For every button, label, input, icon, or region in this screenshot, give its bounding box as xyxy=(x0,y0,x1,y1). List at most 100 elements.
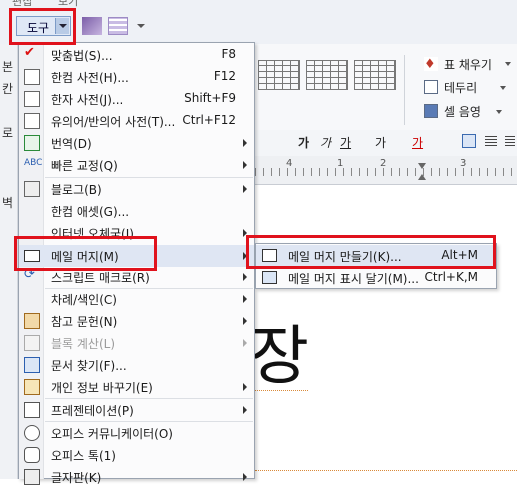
ruler-number: 4 xyxy=(286,158,293,169)
submenu-arrow-icon xyxy=(243,161,247,169)
menu-item-find-document[interactable]: 문서 찾기(F)... xyxy=(19,354,254,376)
draw-pen-icon[interactable] xyxy=(82,17,102,35)
submenu-arrow-icon xyxy=(243,139,247,147)
block-calc-icon xyxy=(24,335,40,351)
presentation-icon xyxy=(24,402,40,418)
menu-item-blog[interactable]: 블로그(B) xyxy=(19,178,254,200)
left-panel-text: 로 xyxy=(2,126,14,140)
fill-button[interactable]: 표 채우기 xyxy=(444,56,492,73)
highlight-create-mail-merge xyxy=(246,235,496,269)
cell-color-icon xyxy=(424,104,438,118)
document-text: 장 xyxy=(250,320,309,394)
text-guide-line xyxy=(255,470,517,471)
ruler-number: 3 xyxy=(460,158,467,169)
menu-item-label: 맞춤법(S)... xyxy=(51,49,113,63)
find-document-icon xyxy=(24,357,40,373)
border-dropdown-icon[interactable] xyxy=(500,86,506,90)
submenu-arrow-icon xyxy=(243,185,247,193)
menu-item-quick-correct[interactable]: ABC 빠른 교정(Q) xyxy=(19,154,254,176)
keyboard-layout-icon xyxy=(24,469,40,485)
left-panel-text: 칸 xyxy=(2,82,14,96)
table-style-thumb-3[interactable] xyxy=(354,60,396,90)
menu-item-label: 한컴 애셋(G)... xyxy=(51,205,130,219)
menu-item-shortcut: Ctrl+F12 xyxy=(182,113,236,127)
fill-icon: ♦ xyxy=(424,57,438,72)
office-communicator-icon xyxy=(24,425,40,441)
font-color-button[interactable]: 가 xyxy=(412,134,423,151)
highlight-tools-button xyxy=(9,8,76,45)
personal-info-icon xyxy=(24,379,40,395)
menu-item-keyboard-layout[interactable]: 글자판(K) xyxy=(19,466,254,488)
menu-item-dictionary[interactable]: 한컴 사전(H)... F12 xyxy=(19,66,254,88)
table-style-thumb-1[interactable] xyxy=(258,60,300,90)
submenu-item-mark-mail-merge[interactable]: 메일 머지 표시 달기(M)... Ctrl+K,M xyxy=(256,267,496,289)
menu-view[interactable]: 보기 xyxy=(58,0,78,8)
menu-item-thesaurus[interactable]: 유의어/반의어 사전(T)... Ctrl+F12 xyxy=(19,110,254,132)
ruler-number: 1 xyxy=(337,158,344,169)
strikethrough-button[interactable]: 가 xyxy=(375,134,386,151)
menu-item-shortcut: Shift+F9 xyxy=(184,91,236,105)
dictionary-icon xyxy=(24,69,40,85)
menu-bar: 편집 보기 xyxy=(0,0,517,8)
menu-item-office-communicator[interactable]: 오피스 커뮤니케이터(O) xyxy=(19,422,254,444)
menu-item-shortcut: F12 xyxy=(213,69,236,83)
menu-item-personal-info[interactable]: 개인 정보 바꾸기(E) xyxy=(19,376,254,398)
submenu-arrow-icon xyxy=(243,383,247,391)
submenu-arrow-icon xyxy=(243,406,247,414)
left-panel-text: 본 xyxy=(2,60,14,74)
bold-button[interactable]: 가 xyxy=(298,134,309,151)
translate-icon xyxy=(24,135,40,151)
underline-button[interactable]: 가 xyxy=(340,134,351,151)
submenu-arrow-icon xyxy=(243,473,247,481)
submenu-arrow-icon xyxy=(243,273,247,281)
menu-edit[interactable]: 편집 xyxy=(12,0,32,8)
toolbar xyxy=(0,8,517,44)
italic-button[interactable]: 가 xyxy=(320,134,331,151)
submenu-item-shortcut: Ctrl+K,M xyxy=(424,270,478,284)
menu-item-translate[interactable]: 번역(D) xyxy=(19,132,254,154)
left-panel-text: 벽 xyxy=(2,196,14,210)
menu-item-label: 한컴 사전(H)... xyxy=(51,71,129,85)
highlight-mail-merge-item xyxy=(14,236,157,271)
table-grid-icon[interactable] xyxy=(108,17,128,35)
ruler-number: 2 xyxy=(380,158,387,169)
text-guide-line xyxy=(248,390,308,391)
cell-color-button[interactable]: 셀 음영 xyxy=(444,103,481,120)
ruler-ticks xyxy=(255,168,517,176)
menu-item-label: 문서 찾기(F)... xyxy=(51,359,127,373)
indent-marker-bottom-icon[interactable] xyxy=(418,174,426,180)
menu-item-bibliography[interactable]: 참고 문헌(N) xyxy=(19,310,254,332)
quick-correct-icon: ABC xyxy=(24,158,43,168)
menu-item-hanja-dictionary[interactable]: 한자 사전(J)... Shift+F9 xyxy=(19,88,254,110)
align-left-icon[interactable] xyxy=(462,134,476,148)
menu-item-label: 블록 계산(L) xyxy=(51,337,116,351)
menu-item-label: 프레젠테이션(P) xyxy=(51,404,134,418)
menu-item-office-talk[interactable]: 오피스 톡(1) xyxy=(19,444,254,466)
submenu-item-label: 메일 머지 표시 달기(M)... xyxy=(288,272,419,286)
fill-dropdown-icon[interactable] xyxy=(505,62,511,66)
indent-marker-icon[interactable] xyxy=(418,163,426,169)
cell-color-dropdown-icon[interactable] xyxy=(496,110,502,114)
menu-item-label: 개인 정보 바꾸기(E) xyxy=(51,381,153,395)
menu-item-label: 유의어/반의어 사전(T)... xyxy=(51,115,176,129)
ribbon-divider xyxy=(404,55,405,125)
menu-item-label: 오피스 커뮤니케이터(O) xyxy=(51,427,173,441)
menu-item-presentation[interactable]: 프레젠테이션(P) xyxy=(19,399,254,421)
menu-item-label: 참고 문헌(N) xyxy=(51,315,118,329)
blog-icon xyxy=(24,181,40,197)
menu-item-label: 번역(D) xyxy=(51,137,92,151)
table-style-thumb-2[interactable] xyxy=(306,60,348,90)
border-icon xyxy=(424,80,438,94)
menu-item-toc-index[interactable]: 차례/색인(C) xyxy=(19,288,254,310)
menu-item-hancom-asset[interactable]: 한컴 애셋(G)... xyxy=(19,200,254,222)
align-justify-icon[interactable] xyxy=(485,136,497,146)
menu-item-spellcheck[interactable]: ✔ 맞춤법(S)... F8 xyxy=(19,44,254,66)
menu-item-label: 블로그(B) xyxy=(51,183,102,197)
submenu-arrow-icon xyxy=(243,339,247,347)
menu-item-label: 스크립트 매크로(R) xyxy=(51,271,150,285)
align-center-icon[interactable] xyxy=(505,136,515,146)
menu-item-label: 글자판(K) xyxy=(51,471,102,485)
border-button[interactable]: 테두리 xyxy=(444,79,477,96)
menu-item-block-calc: 블록 계산(L) xyxy=(19,332,254,354)
table-dropdown-icon[interactable] xyxy=(137,24,145,28)
